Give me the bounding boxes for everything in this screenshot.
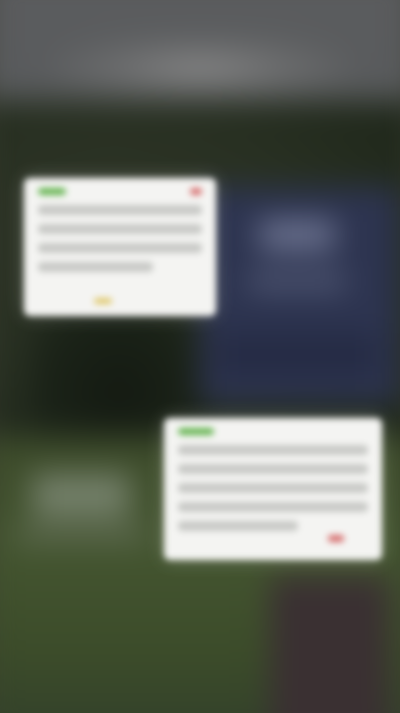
panel-highlight [259, 219, 335, 251]
red-indicator-icon [190, 188, 202, 195]
background-sign [32, 473, 130, 517]
red-indicator-icon [328, 535, 344, 542]
text-placeholder-line [38, 243, 202, 253]
text-placeholder-line [178, 521, 298, 531]
card-header [24, 178, 216, 205]
green-indicator-icon [38, 188, 66, 195]
panel-line [216, 333, 379, 377]
info-card[interactable] [24, 178, 216, 316]
text-placeholder-line [38, 224, 202, 234]
background-path [270, 576, 389, 713]
text-placeholder-line [38, 205, 202, 215]
info-card[interactable] [164, 418, 382, 560]
panel-line [248, 273, 346, 289]
card-header [164, 418, 382, 445]
text-placeholder-line [178, 445, 368, 455]
background-glow [48, 36, 352, 102]
text-placeholder-line [178, 464, 368, 474]
yellow-indicator-icon [94, 298, 112, 304]
background-sign-line [16, 527, 146, 541]
text-placeholder-line [178, 483, 368, 493]
text-placeholder-line [38, 262, 154, 272]
text-placeholder-line [178, 502, 368, 512]
blurred-screen [0, 0, 400, 713]
background-blue-panel [200, 187, 400, 404]
green-indicator-icon [178, 428, 214, 435]
background-photo [0, 0, 400, 713]
